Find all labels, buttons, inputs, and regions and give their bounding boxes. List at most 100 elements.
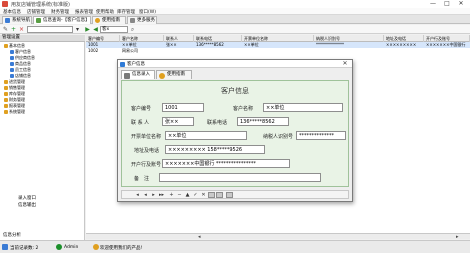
column-header[interactable]: 联系电话: [194, 35, 242, 42]
left-panel: 管理设置 基本信息 客户信息 供应商信息 商品信息 员工信息 店铺信息 进货管理…: [0, 35, 85, 245]
tab-label: 使用指南: [102, 18, 120, 23]
dialog-titlebar: 客户信息 ✕: [118, 60, 352, 68]
phone-field[interactable]: 136*****8562: [237, 117, 289, 126]
column-header[interactable]: 纳税人识别号: [314, 35, 384, 42]
bank-label: 开户行及账号: [131, 162, 162, 168]
column-header[interactable]: 开票单位名称: [242, 35, 314, 42]
tab-user-guide[interactable]: 使用指南: [92, 16, 126, 24]
search-icon[interactable]: ⌕: [129, 26, 136, 33]
first-record-button[interactable]: ◂: [134, 192, 141, 198]
phone-label: 联系电话: [207, 120, 228, 126]
tab-label: 更多服务: [137, 18, 155, 23]
tab-user-guide[interactable]: 使用指南: [156, 70, 192, 79]
cancel-record-button[interactable]: ✕: [200, 192, 207, 198]
edit-record-button[interactable]: ▲: [184, 192, 191, 198]
doc-icon: [10, 49, 14, 54]
tab-navigation[interactable]: 系统导航: [2, 16, 32, 24]
add-record-button[interactable]: +: [168, 192, 175, 198]
tax-id-label: 纳税人识别号: [263, 134, 294, 140]
help-icon: [95, 18, 100, 23]
window-title: 用友店铺管理系统(标准版): [11, 2, 70, 8]
maximize-button[interactable]: □: [440, 0, 454, 8]
menu-bar: 基本信息 店铺管理 财务管理 报表管理 使用帮助 库存管理 窗口(W): [0, 8, 470, 15]
delete-icon[interactable]: ×: [18, 26, 25, 33]
close-icon[interactable]: ✕: [340, 60, 350, 68]
customer-form: 客户信息 客户编号 1001 客户名称 ××单位 联 系 人 张×× 联系电话 …: [121, 80, 349, 187]
tax-id-field[interactable]: **************: [296, 131, 346, 140]
table-row[interactable]: 1002 网易公司: [86, 48, 470, 54]
table-cell: 1002: [88, 48, 99, 53]
folder-icon: [4, 43, 8, 48]
invoice-name-label: 开票单位名称: [131, 134, 162, 140]
folder-icon: [4, 91, 8, 96]
address-field[interactable]: ××××××××× 158*****9526: [165, 145, 265, 154]
edit-icon[interactable]: ✎: [2, 26, 9, 33]
folder-icon: [4, 79, 8, 84]
doc-icon: [10, 73, 14, 78]
export-icon[interactable]: [216, 192, 223, 198]
help-icon: [159, 72, 165, 79]
back-icon[interactable]: ◀: [92, 26, 99, 33]
more-icon: [130, 18, 135, 23]
window-titlebar: 用友店铺管理系统(标准版) — □ ✕: [0, 0, 470, 8]
customer-name-field[interactable]: ××单位: [263, 103, 343, 112]
customer-id-field[interactable]: 1001: [162, 103, 204, 112]
tree-item-system[interactable]: 系统管理: [2, 109, 82, 115]
bank-field[interactable]: ×××××××中国银行 ****************: [162, 159, 290, 168]
folder-icon: [4, 103, 8, 108]
folder-icon: [4, 109, 8, 114]
column-header[interactable]: 客户名称: [120, 35, 164, 42]
tab-customer-info[interactable]: 信息查询-【客户信息】: [33, 16, 91, 24]
remark-label: 备 注: [134, 176, 150, 182]
nav-tree: 基本信息 客户信息 供应商信息 商品信息 员工信息 店铺信息 进货管理 销售管理…: [2, 43, 82, 115]
user-icon: [56, 244, 62, 250]
left-panel-header: 管理设置: [0, 35, 85, 42]
tab-info-entry[interactable]: 信息录入: [121, 70, 155, 79]
search-input[interactable]: [27, 26, 73, 33]
nav-icon: [5, 18, 10, 23]
customer-dialog: 客户信息 ✕ 信息录入 使用指南 客户信息 客户编号 1001 客户名称 ××单…: [117, 59, 353, 202]
record-navigator: ◂ ◂ ▸ ▸▸ + − ▲ ✓ ✕: [121, 190, 349, 199]
column-header[interactable]: 地址及电话: [384, 35, 424, 42]
run-icon[interactable]: ▶: [84, 26, 91, 33]
next-record-button[interactable]: ▸: [150, 192, 157, 198]
print-icon[interactable]: [208, 192, 215, 198]
column-header[interactable]: 客户编号: [86, 35, 120, 42]
tab-label: 信息查询-【客户信息】: [43, 18, 90, 23]
app-icon: [2, 1, 8, 7]
last-record-button[interactable]: ▸▸: [158, 192, 165, 198]
customer-name-label: 客户名称: [233, 106, 254, 112]
tab-label: 系统导航: [12, 18, 30, 23]
left-bottom-item[interactable]: 录入窗口: [18, 195, 36, 201]
column-header[interactable]: 开户行及账号: [424, 35, 470, 42]
dropdown-icon[interactable]: ▾: [74, 26, 81, 33]
dialog-title: 客户信息: [127, 62, 145, 67]
field-input[interactable]: 客x: [100, 26, 128, 33]
doc-icon: [10, 67, 14, 72]
page-tabs: 系统导航 信息查询-【客户信息】 使用指南 更多服务: [0, 15, 470, 24]
refresh-icon[interactable]: [226, 192, 233, 198]
invoice-name-field[interactable]: ××单位: [165, 131, 247, 140]
grid-scrollbar[interactable]: ◂ ▸: [86, 233, 470, 240]
column-header[interactable]: 联系人: [164, 35, 194, 42]
prev-record-button[interactable]: ◂: [142, 192, 149, 198]
status-message: 欢迎使用我们的产品!: [100, 246, 143, 251]
remark-field[interactable]: [159, 173, 321, 182]
current-user: Admin: [64, 245, 79, 250]
form-icon: [124, 72, 130, 79]
doc-icon: [36, 18, 41, 23]
save-record-button[interactable]: ✓: [192, 192, 199, 198]
minimize-button[interactable]: —: [426, 0, 440, 8]
left-bottom-item[interactable]: 信息输出: [18, 202, 36, 208]
delete-record-button[interactable]: −: [176, 192, 183, 198]
contact-field[interactable]: 张××: [162, 117, 194, 126]
close-button[interactable]: ✕: [454, 0, 468, 8]
tab-more-services[interactable]: 更多服务: [127, 16, 157, 24]
toolbar: ✎ + × ▾ ▶ ◀ 客x ⌕: [0, 25, 470, 34]
record-count: 当前记录数: 2: [10, 246, 39, 251]
table-cell: 网易公司: [122, 48, 138, 53]
status-icon: [2, 244, 8, 250]
form-title: 客户信息: [221, 87, 249, 95]
left-footer[interactable]: 信息分析: [0, 233, 85, 239]
add-icon[interactable]: +: [10, 26, 17, 33]
